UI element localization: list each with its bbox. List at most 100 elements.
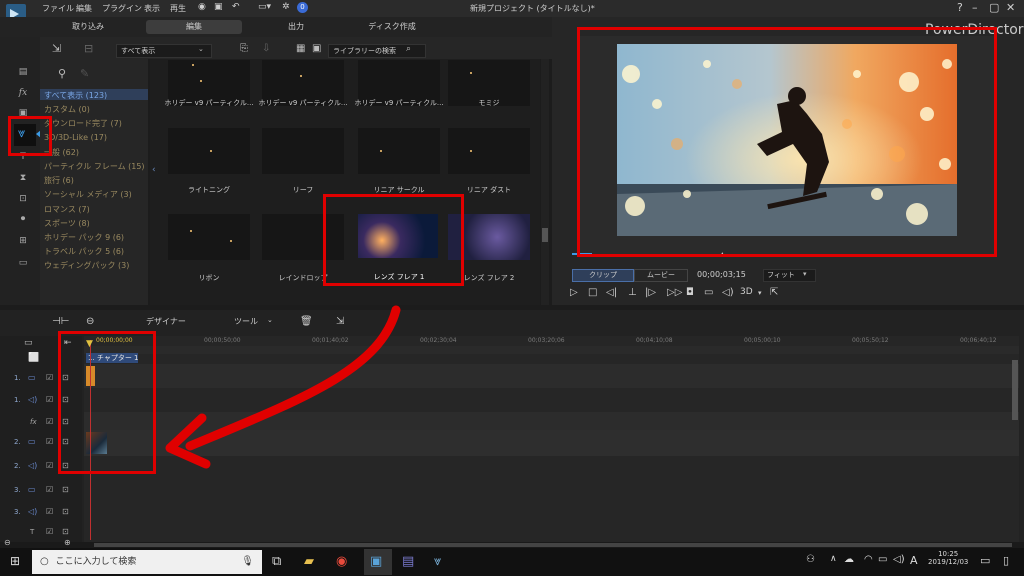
- wifi-icon[interactable]: ◠: [864, 554, 873, 565]
- play-icon[interactable]: ▷: [570, 287, 578, 298]
- zoom-fit-select[interactable]: フィット: [763, 269, 816, 282]
- tray-chevron-icon[interactable]: ∧: [830, 554, 837, 564]
- track-enable-checkbox[interactable]: ☑: [46, 395, 53, 404]
- snapshot-icon[interactable]: ◘: [686, 287, 694, 298]
- import-icon[interactable]: ⇲: [52, 42, 61, 55]
- menu-play[interactable]: 再生: [170, 3, 186, 14]
- timeline-horizontal-scrollbar[interactable]: [94, 543, 1012, 547]
- category-item[interactable]: 旅行 (6): [44, 175, 74, 186]
- track-enable-checkbox[interactable]: ☑: [46, 527, 53, 536]
- media-room-icon[interactable]: ▤: [16, 67, 30, 79]
- previous-frame-icon[interactable]: ◁|: [606, 287, 617, 298]
- tab-capture[interactable]: 取り込み: [40, 20, 136, 34]
- audio-director-icon[interactable]: ▤: [402, 554, 414, 569]
- category-item[interactable]: ウェディングパック (3): [44, 260, 129, 271]
- stop-icon[interactable]: □: [588, 287, 597, 298]
- cloud-icon[interactable]: ☁: [844, 554, 854, 565]
- fix-enhance-icon[interactable]: ⊖: [86, 316, 94, 327]
- menu-plugin[interactable]: プラグイン: [102, 3, 142, 14]
- taskbar-clock[interactable]: 10:25 2019/12/03: [928, 550, 968, 566]
- help-icon[interactable]: ?: [957, 1, 963, 14]
- voice-over-icon[interactable]: ⏺: [16, 214, 30, 226]
- tab-produce[interactable]: 出力: [248, 20, 344, 34]
- track-lock-icon[interactable]: ⊡: [62, 527, 69, 536]
- powerdirector-taskbar-icon[interactable]: ▣: [370, 554, 382, 569]
- category-item[interactable]: トラベル パック 5 (6): [44, 246, 124, 257]
- split-icon[interactable]: ⊣⊢: [52, 316, 69, 327]
- track-enable-checkbox[interactable]: ☑: [46, 437, 53, 446]
- track-manager-icon[interactable]: ▭: [24, 338, 33, 348]
- user-icon[interactable]: ◉: [198, 2, 206, 12]
- menu-file[interactable]: ファイル: [42, 3, 74, 14]
- app-taskbar-icon[interactable]: ⩔: [434, 554, 441, 569]
- category-item[interactable]: 3D/3D-Like (17): [44, 133, 107, 142]
- fx-room-icon[interactable]: fx: [16, 88, 30, 100]
- tab-disc[interactable]: ディスク作成: [344, 20, 440, 34]
- 3d-dropdown-icon[interactable]: ▾: [758, 289, 762, 297]
- explorer-icon[interactable]: ▰: [304, 554, 314, 569]
- track-enable-checkbox[interactable]: ☑: [46, 507, 53, 516]
- maximize-icon[interactable]: ▢: [989, 1, 999, 14]
- taskbar-search-input[interactable]: ○ ここに入力して検索 🎙: [32, 550, 262, 574]
- category-item[interactable]: ホリデー パック 9 (6): [44, 232, 124, 243]
- next-frame-icon[interactable]: |▷: [645, 287, 656, 298]
- library-thumbnail[interactable]: [262, 128, 344, 174]
- undock-icon[interactable]: ⇱: [770, 287, 778, 298]
- people-icon[interactable]: ⚇: [806, 554, 815, 565]
- track-enable-checkbox[interactable]: ☑: [46, 485, 53, 494]
- settings-icon[interactable]: ✲: [282, 2, 290, 12]
- audio-mix-icon[interactable]: ⊡: [16, 194, 30, 206]
- subtitle-room-icon[interactable]: ▭: [16, 258, 30, 270]
- category-item[interactable]: ソーシャル メディア (3): [44, 189, 132, 200]
- library-scrollbar[interactable]: [541, 59, 549, 305]
- download-icon[interactable]: ⇩: [262, 43, 270, 54]
- battery-icon[interactable]: ▭: [878, 554, 887, 565]
- task-view-icon[interactable]: ⧉: [272, 554, 281, 569]
- track-enable-checkbox[interactable]: ☑: [46, 417, 53, 426]
- subtitle-icon[interactable]: ▭: [704, 287, 713, 298]
- volume-icon[interactable]: ◁): [722, 287, 734, 298]
- microphone-icon[interactable]: 🎙: [241, 550, 254, 574]
- menu-edit[interactable]: 編集: [76, 3, 92, 14]
- category-item[interactable]: パーティクル フレーム (15): [44, 161, 145, 172]
- category-item[interactable]: すべて表示 (123): [44, 90, 107, 101]
- notification-badge[interactable]: 0: [297, 2, 308, 13]
- category-item[interactable]: カスタム (0): [44, 104, 90, 115]
- 3d-mode-button[interactable]: 3D: [740, 287, 753, 297]
- clip-mode-button[interactable]: クリップ: [572, 269, 634, 282]
- menu-view[interactable]: 表示: [144, 3, 160, 14]
- library-scroll-thumb[interactable]: [542, 228, 548, 242]
- track-enable-checkbox[interactable]: ☑: [46, 461, 53, 470]
- minimize-icon[interactable]: –: [972, 1, 978, 14]
- timeline-vertical-scrollbar[interactable]: [1012, 360, 1018, 420]
- zoom-icon[interactable]: ▣: [312, 43, 321, 54]
- library-search-input[interactable]: ライブラリーの検索: [328, 44, 426, 58]
- track-enable-checkbox[interactable]: ☑: [46, 373, 53, 382]
- windows-start-icon[interactable]: ⊞: [10, 554, 20, 568]
- category-item[interactable]: ロマンス (7): [44, 204, 90, 215]
- show-desktop-icon[interactable]: ▯: [1003, 554, 1009, 567]
- zoom-in-icon[interactable]: ⊕: [64, 538, 71, 547]
- mark-in-icon[interactable]: ⊥: [628, 287, 637, 298]
- fast-forward-icon[interactable]: ▷▷: [667, 287, 682, 298]
- track-lock-icon[interactable]: ⊡: [62, 507, 69, 516]
- action-center-icon[interactable]: ▭: [980, 554, 990, 567]
- category-item[interactable]: スポーツ (8): [44, 218, 90, 229]
- library-thumbnail[interactable]: [168, 128, 250, 174]
- undo-icon[interactable]: ↶: [232, 2, 240, 12]
- view-mode-icon[interactable]: ▦: [296, 43, 305, 54]
- chapter-room-icon[interactable]: ⊞: [16, 236, 30, 248]
- collapse-arrow-icon[interactable]: ‹: [152, 165, 156, 175]
- library-thumbnail[interactable]: [448, 128, 530, 174]
- transition-room-icon[interactable]: ⧗: [16, 173, 30, 185]
- zoom-out-icon[interactable]: ⊖: [4, 538, 11, 547]
- chrome-icon[interactable]: ◉: [336, 554, 347, 569]
- close-icon[interactable]: ✕: [1006, 1, 1015, 14]
- track-lock-icon[interactable]: ⊡: [62, 485, 69, 494]
- screen-icon[interactable]: ▭▾: [258, 2, 271, 12]
- category-item[interactable]: ダウンロード完了 (7): [44, 118, 122, 129]
- tab-edit[interactable]: 編集: [146, 20, 242, 34]
- library-thumbnail[interactable]: [358, 128, 440, 174]
- plugin-icon[interactable]: ⊟: [84, 42, 93, 55]
- tag-edit-icon[interactable]: ✎: [80, 67, 89, 80]
